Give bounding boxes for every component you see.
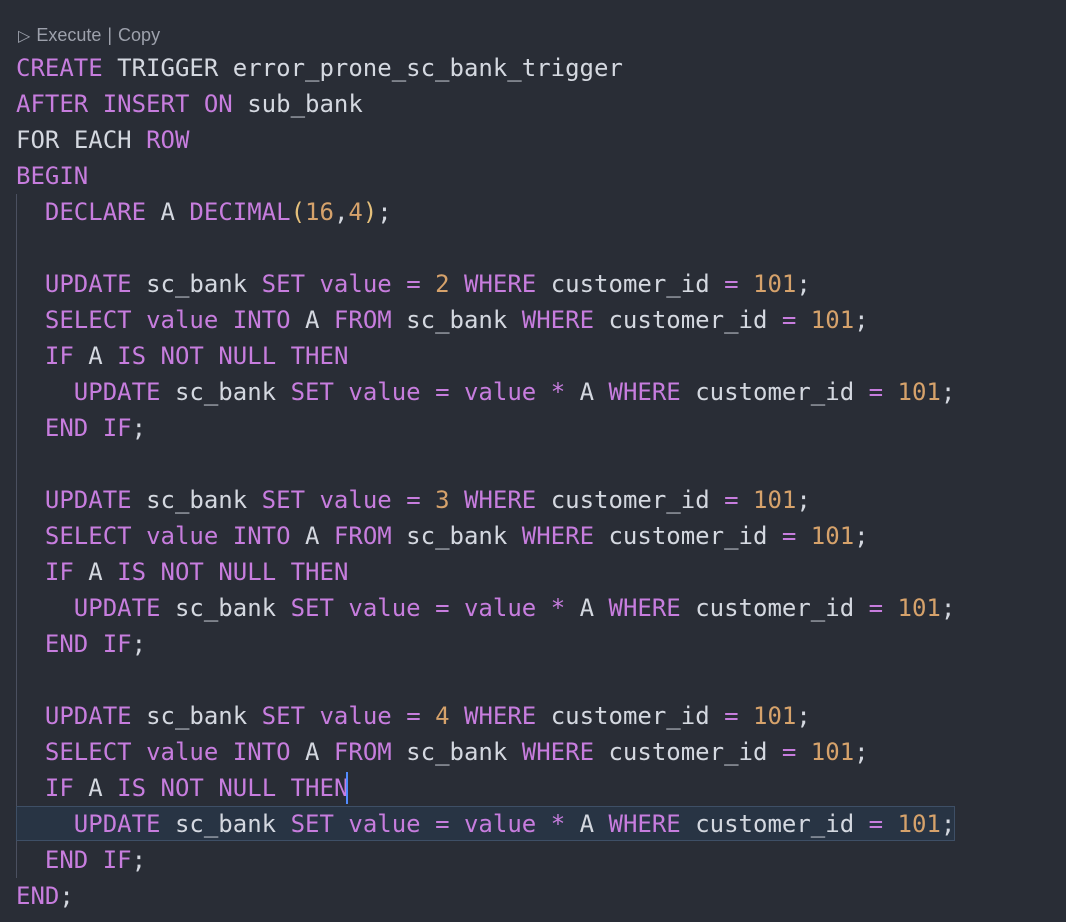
code-line[interactable]: AFTER INSERT ON sub_bank xyxy=(16,86,1066,122)
code-line[interactable]: SELECT value INTO A FROM sc_bank WHERE c… xyxy=(16,518,1066,554)
code-line[interactable] xyxy=(16,446,1066,482)
code-line[interactable]: IF A IS NOT NULL THEN xyxy=(16,554,1066,590)
code-line[interactable]: END IF; xyxy=(16,410,1066,446)
code-line[interactable]: CREATE TRIGGER error_prone_sc_bank_trigg… xyxy=(16,50,1066,86)
code-line[interactable]: IF A IS NOT NULL THEN xyxy=(16,338,1066,374)
text-cursor xyxy=(346,772,348,804)
code-line[interactable]: DECLARE A DECIMAL(16,4); xyxy=(16,194,1066,230)
code-line[interactable] xyxy=(16,662,1066,698)
code-line[interactable] xyxy=(16,230,1066,266)
code-line[interactable]: UPDATE sc_bank SET value = 2 WHERE custo… xyxy=(16,266,1066,302)
code-line[interactable]: BEGIN xyxy=(16,158,1066,194)
code-line[interactable]: FOR EACH ROW xyxy=(16,122,1066,158)
code-line[interactable]: SELECT value INTO A FROM sc_bank WHERE c… xyxy=(16,302,1066,338)
code-line[interactable]: UPDATE sc_bank SET value = value * A WHE… xyxy=(16,374,1066,410)
code-line[interactable]: END; xyxy=(16,878,1066,914)
code-line[interactable]: UPDATE sc_bank SET value = value * A WHE… xyxy=(16,590,1066,626)
code-line[interactable]: SELECT value INTO A FROM sc_bank WHERE c… xyxy=(16,734,1066,770)
code-line[interactable]: END IF; xyxy=(16,842,1066,878)
code-line[interactable]: END IF; xyxy=(16,626,1066,662)
code-area[interactable]: CREATE TRIGGER error_prone_sc_bank_trigg… xyxy=(16,50,1066,914)
code-line[interactable]: UPDATE sc_bank SET value = 4 WHERE custo… xyxy=(16,698,1066,734)
play-icon[interactable]: ▷ xyxy=(18,26,30,46)
code-editor[interactable]: ▷ Execute | Copy CREATE TRIGGER error_pr… xyxy=(0,0,1066,922)
copy-link[interactable]: Copy xyxy=(118,25,160,46)
code-line[interactable]: UPDATE sc_bank SET value = 3 WHERE custo… xyxy=(16,482,1066,518)
code-line[interactable]: IF A IS NOT NULL THEN xyxy=(16,770,1066,806)
codelens-separator: | xyxy=(107,24,113,45)
codelens-bar: ▷ Execute | Copy xyxy=(18,22,160,48)
code-line[interactable]: UPDATE sc_bank SET value = value * A WHE… xyxy=(16,806,1066,842)
execute-link[interactable]: Execute xyxy=(36,25,101,46)
